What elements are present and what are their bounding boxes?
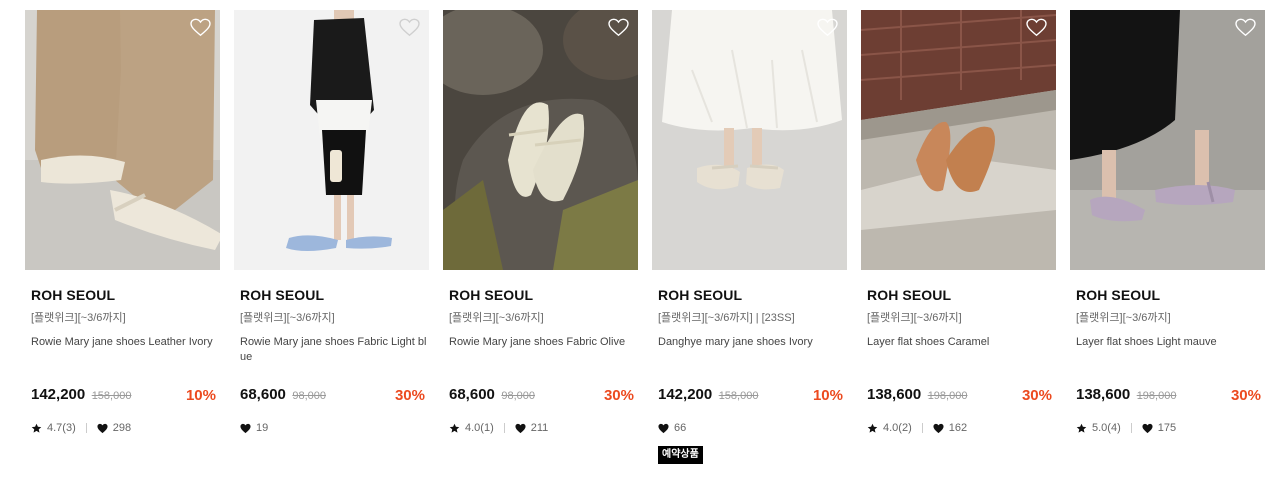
discount-rate: 30% xyxy=(603,387,634,404)
rating-text: 4.0(1) xyxy=(465,422,494,434)
heart-icon xyxy=(658,423,669,433)
discount-rate: 10% xyxy=(812,387,843,404)
heart-outline-icon[interactable] xyxy=(608,18,629,37)
sale-price: 138,600 xyxy=(867,386,922,403)
product-meta: 4.0(2) 162 xyxy=(867,421,967,435)
sale-price: 68,600 xyxy=(240,386,286,403)
product-card[interactable]: ROH SEOUL [플랫위크][~3/6까지] Rowie Mary jane… xyxy=(25,10,220,434)
product-meta: 66 xyxy=(658,421,686,435)
promo-tag: [플랫위크][~3/6까지] | [23SS] xyxy=(658,312,795,324)
discount-rate: 30% xyxy=(394,387,425,404)
product-name[interactable]: Rowie Mary jane shoes Fabric Light blue xyxy=(234,335,429,367)
sale-price: 142,200 xyxy=(658,386,713,403)
promo-tag: [플랫위크][~3/6까지] xyxy=(240,312,335,324)
product-image[interactable] xyxy=(443,10,638,270)
original-price: 158,000 xyxy=(718,390,759,402)
product-photo xyxy=(1070,10,1265,270)
product-photo xyxy=(234,10,429,270)
heart-outline-icon[interactable] xyxy=(1235,18,1256,37)
heart-icon xyxy=(1142,423,1153,433)
product-card[interactable]: ROH SEOUL [플랫위크][~3/6까지] | [23SS] Danghy… xyxy=(652,10,847,464)
product-photo xyxy=(443,10,638,270)
rating-text: 4.0(2) xyxy=(883,422,912,434)
sale-price: 142,200 xyxy=(31,386,86,403)
original-price: 158,000 xyxy=(91,390,132,402)
product-image[interactable] xyxy=(25,10,220,270)
sale-price: 68,600 xyxy=(449,386,495,403)
promo-tag: [플랫위크][~3/6까지] xyxy=(1076,312,1171,324)
product-card[interactable]: ROH SEOUL [플랫위크][~3/6까지] Layer flat shoe… xyxy=(861,10,1056,434)
discount-rate: 30% xyxy=(1230,387,1261,404)
promo-tag: [플랫위크][~3/6까지] xyxy=(449,312,544,324)
like-count: 298 xyxy=(112,422,132,434)
divider xyxy=(85,423,87,433)
price-row: 138,600 198,000 30% xyxy=(1076,386,1261,406)
product-photo xyxy=(652,10,847,270)
heart-outline-icon[interactable] xyxy=(190,18,211,37)
star-icon xyxy=(867,423,878,433)
original-price: 98,000 xyxy=(501,390,535,402)
product-meta: 19 xyxy=(240,421,268,435)
star-icon xyxy=(1076,423,1087,433)
divider xyxy=(503,423,505,433)
star-icon xyxy=(449,423,460,433)
heart-outline-icon[interactable] xyxy=(399,18,420,37)
star-icon xyxy=(31,423,42,433)
original-price: 198,000 xyxy=(1136,390,1177,402)
product-name[interactable]: Layer flat shoes Light mauve xyxy=(1070,335,1265,367)
price-row: 142,200 158,000 10% xyxy=(31,386,216,406)
promo-tag: [플랫위크][~3/6까지] xyxy=(867,312,962,324)
product-name[interactable]: Rowie Mary jane shoes Fabric Olive xyxy=(443,335,638,367)
discount-rate: 30% xyxy=(1021,387,1052,404)
product-meta: 4.7(3) 298 xyxy=(31,421,131,435)
divider xyxy=(1130,423,1132,433)
discount-rate: 10% xyxy=(185,387,216,404)
product-card[interactable]: ROH SEOUL [플랫위크][~3/6까지] Layer flat shoe… xyxy=(1070,10,1265,434)
sale-price: 138,600 xyxy=(1076,386,1131,403)
brand-name[interactable]: ROH SEOUL xyxy=(861,286,1056,304)
product-meta: 5.0(4) 175 xyxy=(1076,421,1176,435)
like-count: 175 xyxy=(1157,422,1177,434)
product-image[interactable] xyxy=(234,10,429,270)
brand-name[interactable]: ROH SEOUL xyxy=(234,286,429,304)
product-card[interactable]: ROH SEOUL [플랫위크][~3/6까지] Rowie Mary jane… xyxy=(443,10,638,434)
original-price: 98,000 xyxy=(292,390,326,402)
heart-icon xyxy=(515,423,526,433)
promo-tag: [플랫위크][~3/6까지] xyxy=(31,312,126,324)
like-count: 162 xyxy=(948,422,968,434)
price-row: 68,600 98,000 30% xyxy=(240,386,425,406)
reservation-badge: 예약상품 xyxy=(658,446,703,464)
rating-text: 4.7(3) xyxy=(47,422,76,434)
product-image[interactable] xyxy=(861,10,1056,270)
product-meta: 4.0(1) 211 xyxy=(449,421,548,435)
price-row: 68,600 98,000 30% xyxy=(449,386,634,406)
brand-name[interactable]: ROH SEOUL xyxy=(25,286,220,304)
heart-outline-icon[interactable] xyxy=(817,18,838,37)
product-name[interactable]: Danghye mary jane shoes Ivory xyxy=(652,335,847,367)
price-row: 138,600 198,000 30% xyxy=(867,386,1052,406)
brand-name[interactable]: ROH SEOUL xyxy=(652,286,847,304)
heart-outline-icon[interactable] xyxy=(1026,18,1047,37)
brand-name[interactable]: ROH SEOUL xyxy=(1070,286,1265,304)
divider xyxy=(921,423,923,433)
product-image[interactable] xyxy=(652,10,847,270)
product-photo xyxy=(25,10,220,270)
heart-icon xyxy=(240,423,251,433)
product-photo xyxy=(861,10,1056,270)
like-count: 211 xyxy=(530,422,549,434)
rating-text: 5.0(4) xyxy=(1092,422,1121,434)
heart-icon xyxy=(97,423,108,433)
product-image[interactable] xyxy=(1070,10,1265,270)
product-name[interactable]: Rowie Mary jane shoes Leather Ivory xyxy=(25,335,220,367)
product-grid: ROH SEOUL [플랫위크][~3/6까지] Rowie Mary jane… xyxy=(0,0,1282,491)
like-count: 66 xyxy=(674,422,687,434)
heart-icon xyxy=(933,423,944,433)
price-row: 142,200 158,000 10% xyxy=(658,386,843,406)
product-name[interactable]: Layer flat shoes Caramel xyxy=(861,335,1056,367)
product-card[interactable]: ROH SEOUL [플랫위크][~3/6까지] Rowie Mary jane… xyxy=(234,10,429,434)
like-count: 19 xyxy=(256,422,269,434)
brand-name[interactable]: ROH SEOUL xyxy=(443,286,638,304)
original-price: 198,000 xyxy=(927,390,968,402)
